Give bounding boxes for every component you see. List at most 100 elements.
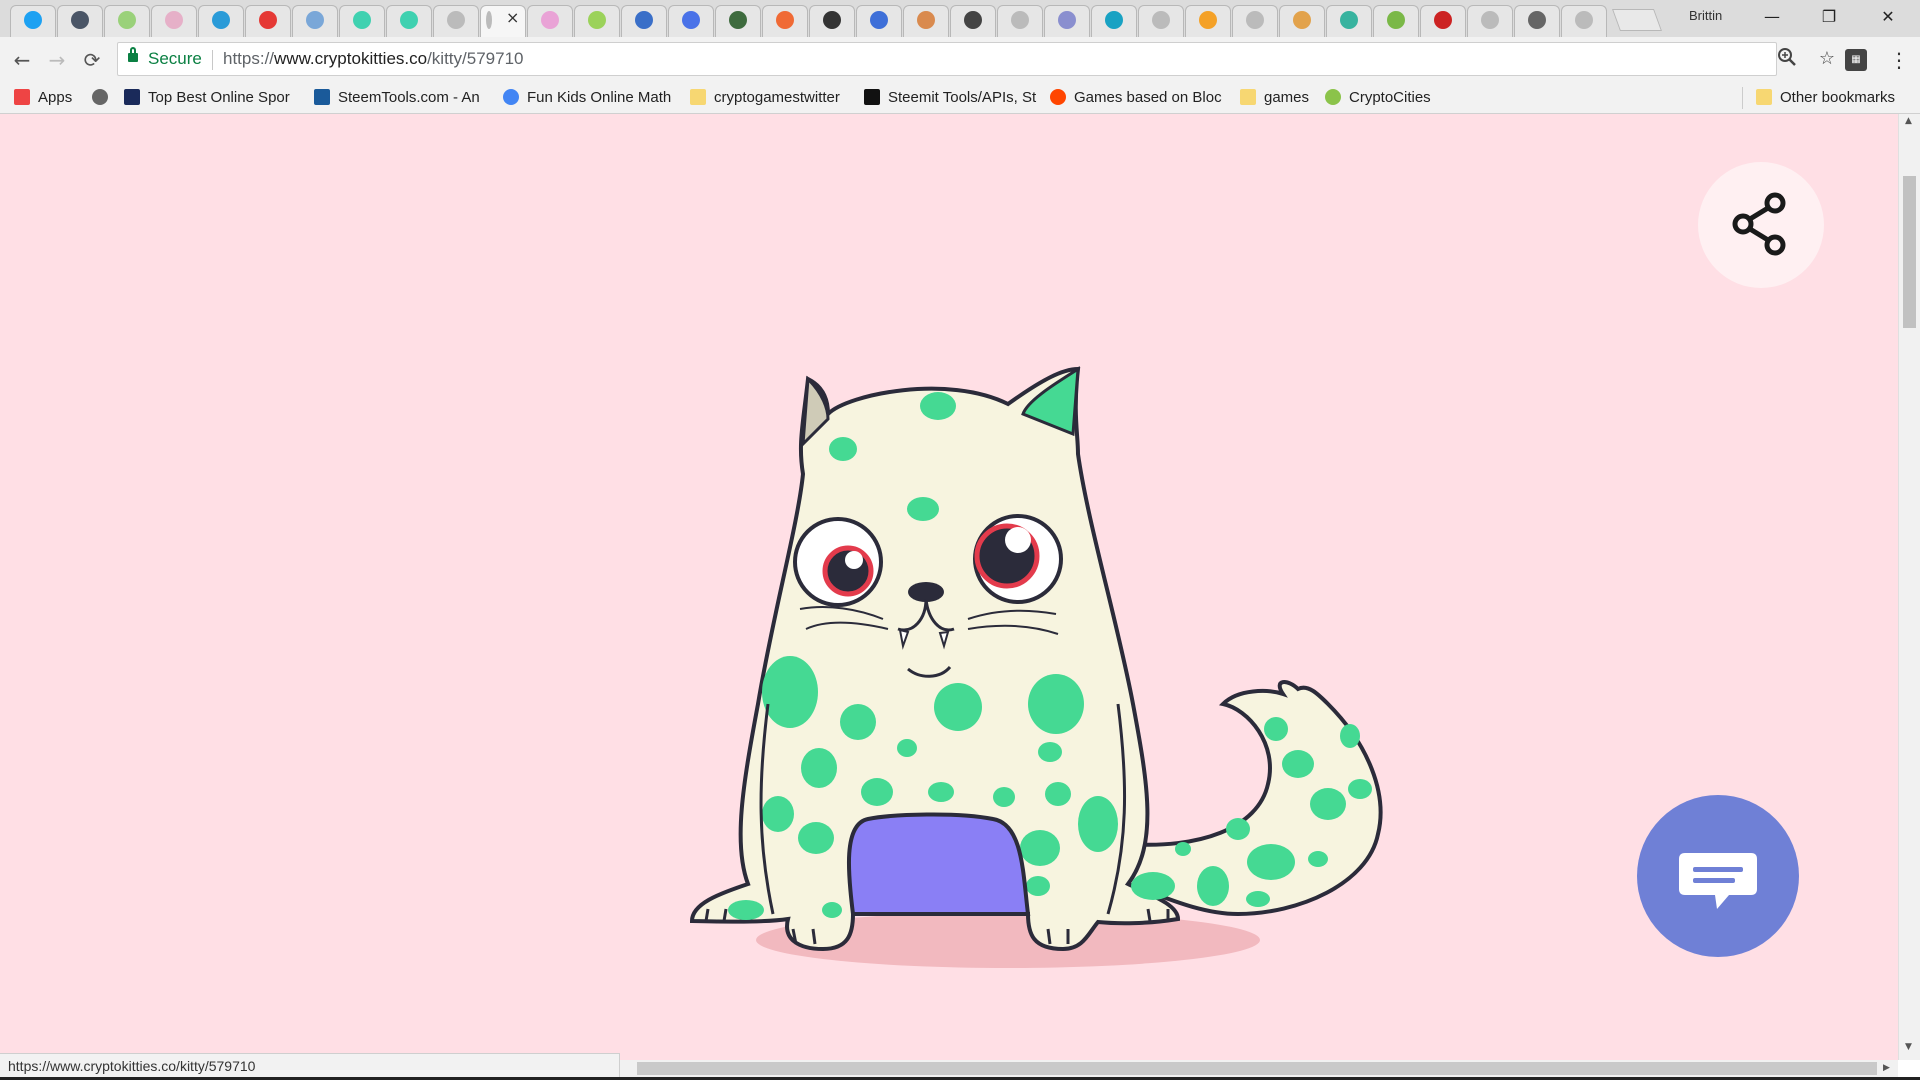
bookmark-star-icon[interactable]: ☆ [1815, 47, 1839, 71]
reload-button[interactable]: ⟳ [77, 45, 107, 75]
bookmark-label: Apps [38, 89, 73, 106]
chat-button[interactable] [1637, 795, 1799, 957]
browser-tab[interactable] [1138, 5, 1184, 37]
scroll-up-arrow[interactable]: ▲ [1905, 116, 1912, 126]
browser-tab[interactable] [57, 5, 103, 37]
other-bookmarks-label: Other bookmarks [1780, 89, 1896, 106]
browser-tab[interactable] [527, 5, 573, 37]
extension-icon[interactable]: ▦ [1845, 49, 1867, 71]
boat-icon [212, 11, 230, 29]
url-host: www.cryptokitties.co [274, 49, 428, 68]
browser-tab[interactable] [1373, 5, 1419, 37]
address-bar[interactable]: Secure https://www.cryptokitties.co/kitt… [117, 42, 1835, 76]
folder-icon [1756, 89, 1772, 105]
back-button[interactable]: ← [7, 45, 37, 75]
bookmark-item[interactable]: cryptogamestwitter [690, 87, 840, 109]
bookmark-item[interactable]: Apps [14, 87, 72, 109]
ship-icon [306, 11, 324, 29]
new-tab-button[interactable] [1611, 9, 1663, 31]
url-scheme: https:// [223, 49, 275, 68]
scroll-down-arrow[interactable]: ▼ [1905, 1042, 1912, 1052]
restore-button[interactable]: ❐ [1809, 4, 1849, 30]
bookmark-item[interactable]: games [1240, 87, 1309, 109]
browser-tab[interactable] [386, 5, 432, 37]
browser-tab[interactable] [1514, 5, 1560, 37]
close-window-button[interactable]: ✕ [1868, 4, 1908, 30]
zoom-icon[interactable] [1775, 47, 1799, 71]
browser-tab[interactable] [903, 5, 949, 37]
bookmark-item[interactable]: Steemit Tools/APIs, St [864, 87, 1036, 109]
browser-tab[interactable] [574, 5, 620, 37]
house-icon [588, 11, 606, 29]
browser-tab[interactable] [1232, 5, 1278, 37]
browser-tab[interactable] [198, 5, 244, 37]
s-icon [1105, 11, 1123, 29]
browser-tab[interactable] [1044, 5, 1090, 37]
vertical-scroll-thumb[interactable] [1903, 176, 1916, 328]
browser-tab[interactable] [292, 5, 338, 37]
url-text[interactable]: https://www.cryptokitties.co/kitty/57971… [223, 49, 523, 69]
browser-tab[interactable] [1185, 5, 1231, 37]
history-icon [92, 89, 108, 105]
card-icon [823, 11, 841, 29]
city-icon [1058, 11, 1076, 29]
bookmark-item[interactable]: CryptoCities [1325, 87, 1431, 109]
bookmark-item[interactable]: SteemTools.com - An [314, 87, 480, 109]
vertical-scrollbar[interactable]: ▲ ▼ [1898, 114, 1920, 1060]
browser-tab[interactable] [950, 5, 996, 37]
browser-tab[interactable] [1420, 5, 1466, 37]
browser-tab[interactable] [762, 5, 808, 37]
bookmark-label: games [1264, 89, 1310, 106]
tab-strip: × Brittin — ❐ ✕ [0, 0, 1920, 37]
active-tab-icon [486, 11, 492, 29]
other-bookmarks[interactable]: Other bookmarks [1756, 87, 1895, 109]
status-bar-url: https://www.cryptokitties.co/kitty/57971… [0, 1053, 620, 1078]
browser-tab[interactable] [151, 5, 197, 37]
google-icon [503, 89, 519, 105]
bookmark-item[interactable]: Fun Kids Online Math [503, 87, 671, 109]
url-path: /kitty/579710 [427, 49, 524, 68]
a-green-icon [118, 11, 136, 29]
browser-tab[interactable] [104, 5, 150, 37]
horizontal-scroll-thumb[interactable] [637, 1062, 1877, 1075]
frog-icon [729, 11, 747, 29]
close-tab-icon[interactable]: × [506, 8, 519, 27]
bookmark-item[interactable] [92, 87, 116, 109]
browser-tab[interactable] [433, 5, 479, 37]
ball-icon [776, 11, 794, 29]
browser-tab[interactable] [1561, 5, 1607, 37]
forward-button[interactable]: → [42, 45, 72, 75]
browser-tab[interactable] [10, 5, 56, 37]
browser-tab[interactable] [1091, 5, 1137, 37]
browser-tab[interactable]: × [480, 5, 526, 37]
page-content [0, 114, 1898, 1060]
bookmark-item[interactable]: Top Best Online Spor [124, 87, 290, 109]
browser-tab[interactable] [668, 5, 714, 37]
profile-name[interactable]: Brittin [1689, 8, 1722, 23]
bookmark-item[interactable]: Games based on Bloc [1050, 87, 1222, 109]
browser-tab[interactable] [1467, 5, 1513, 37]
browser-tab[interactable] [715, 5, 761, 37]
bookmark-label: Fun Kids Online Math [527, 89, 672, 106]
menu-dots-icon[interactable]: ⋮ [1886, 47, 1912, 73]
divider [212, 50, 213, 70]
browser-tab[interactable] [621, 5, 667, 37]
bookmarks-bar: Apps Top Best Online Spor SteemTools.com -… [0, 83, 1920, 114]
browser-tab[interactable] [997, 5, 1043, 37]
bookmark-label: SteemTools.com - An [338, 89, 480, 106]
kitty-image [689, 366, 1383, 968]
steem-icon [314, 89, 330, 105]
twitter-icon [24, 11, 42, 29]
page-icon [1011, 11, 1029, 29]
browser-tab[interactable] [245, 5, 291, 37]
browser-tab[interactable] [856, 5, 902, 37]
browser-tab[interactable] [339, 5, 385, 37]
minimize-button[interactable]: — [1752, 4, 1792, 30]
share-button[interactable] [1698, 162, 1824, 288]
ethereum-icon [682, 11, 700, 29]
browser-tab[interactable] [809, 5, 855, 37]
m-icon [870, 11, 888, 29]
scroll-right-arrow[interactable]: ▶ [1883, 1063, 1890, 1073]
browser-tab[interactable] [1279, 5, 1325, 37]
browser-tab[interactable] [1326, 5, 1372, 37]
